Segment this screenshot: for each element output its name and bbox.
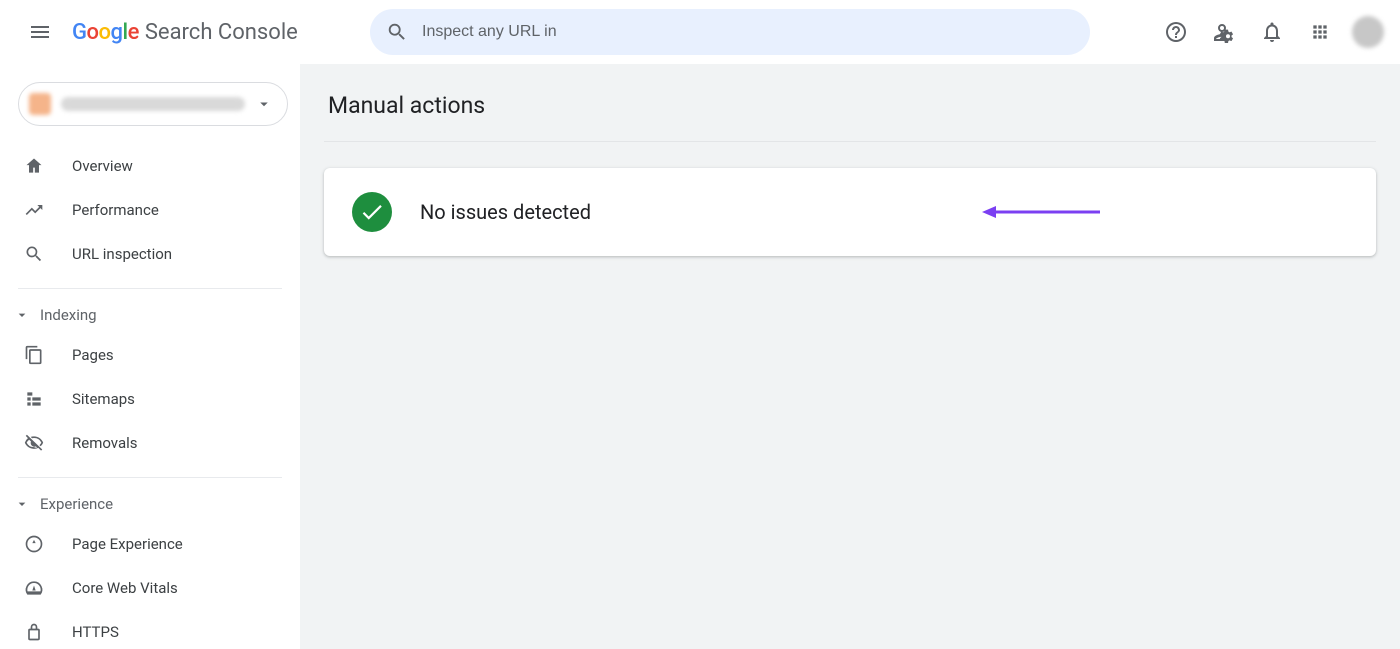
help-icon <box>1164 20 1188 44</box>
notifications-button[interactable] <box>1252 12 1292 52</box>
divider <box>18 288 282 289</box>
user-gear-icon <box>1212 20 1236 44</box>
search-icon <box>24 244 46 264</box>
apps-button[interactable] <box>1300 12 1340 52</box>
home-icon <box>24 156 46 176</box>
sidebar-item-label: URL inspection <box>72 245 172 263</box>
menu-button[interactable] <box>16 8 64 56</box>
sidebar-item-label: Pages <box>72 346 114 364</box>
search-icon <box>386 21 408 43</box>
app-logo[interactable]: Google Search Console <box>72 20 362 45</box>
success-check-icon <box>352 192 392 232</box>
divider <box>18 477 282 478</box>
apps-grid-icon <box>1310 22 1330 42</box>
header-actions <box>1132 12 1384 52</box>
product-name: Search Console <box>145 20 298 45</box>
sidebar-item-sitemaps[interactable]: Sitemaps <box>0 377 300 421</box>
sidebar-item-page-experience[interactable]: Page Experience <box>0 522 300 566</box>
sidebar-item-https[interactable]: HTTPS <box>0 610 300 649</box>
main-content: Manual actions No issues detected <box>300 64 1400 649</box>
bell-icon <box>1260 20 1284 44</box>
pages-icon <box>24 345 46 365</box>
status-card: No issues detected <box>324 168 1376 256</box>
sitemap-icon <box>24 389 46 409</box>
sidebar-item-url-inspection[interactable]: URL inspection <box>0 232 300 276</box>
sidebar-group-experience[interactable]: Experience <box>0 486 300 522</box>
page-experience-icon <box>24 534 46 554</box>
visibility-off-icon <box>24 433 46 453</box>
sidebar-item-removals[interactable]: Removals <box>0 421 300 465</box>
sidebar-group-label: Experience <box>40 495 113 513</box>
page-title: Manual actions <box>324 64 1376 142</box>
chevron-down-icon <box>255 95 273 113</box>
sidebar-item-label: Sitemaps <box>72 390 135 408</box>
url-inspect-input[interactable] <box>422 23 1074 41</box>
property-selector[interactable] <box>18 82 288 126</box>
status-message: No issues detected <box>420 200 591 224</box>
property-favicon <box>29 93 51 115</box>
lock-icon <box>24 622 46 642</box>
url-inspect-search[interactable] <box>370 9 1090 55</box>
trend-icon <box>24 200 46 220</box>
sidebar-item-label: Overview <box>72 157 133 175</box>
sidebar-item-label: Core Web Vitals <box>72 579 178 597</box>
sidebar-item-label: Performance <box>72 201 159 219</box>
sidebar-item-overview[interactable]: Overview <box>0 144 300 188</box>
sidebar-item-label: HTTPS <box>72 623 119 641</box>
google-wordmark: Google <box>72 20 139 45</box>
account-avatar[interactable] <box>1352 16 1384 48</box>
chevron-down-icon <box>14 496 32 512</box>
sidebar-item-pages[interactable]: Pages <box>0 333 300 377</box>
sidebar-group-label: Indexing <box>40 306 97 324</box>
annotation-arrow <box>982 204 1102 220</box>
sidebar-group-indexing[interactable]: Indexing <box>0 297 300 333</box>
app-header: Google Search Console <box>0 0 1400 64</box>
speedometer-icon <box>24 578 46 598</box>
hamburger-icon <box>28 20 52 44</box>
sidebar-item-core-web-vitals[interactable]: Core Web Vitals <box>0 566 300 610</box>
help-button[interactable] <box>1156 12 1196 52</box>
property-name-redacted <box>61 97 245 111</box>
user-settings-button[interactable] <box>1204 12 1244 52</box>
chevron-down-icon <box>14 307 32 323</box>
sidebar-item-performance[interactable]: Performance <box>0 188 300 232</box>
sidebar: Overview Performance URL inspection Inde… <box>0 64 300 649</box>
sidebar-item-label: Removals <box>72 434 138 452</box>
sidebar-item-label: Page Experience <box>72 535 183 553</box>
